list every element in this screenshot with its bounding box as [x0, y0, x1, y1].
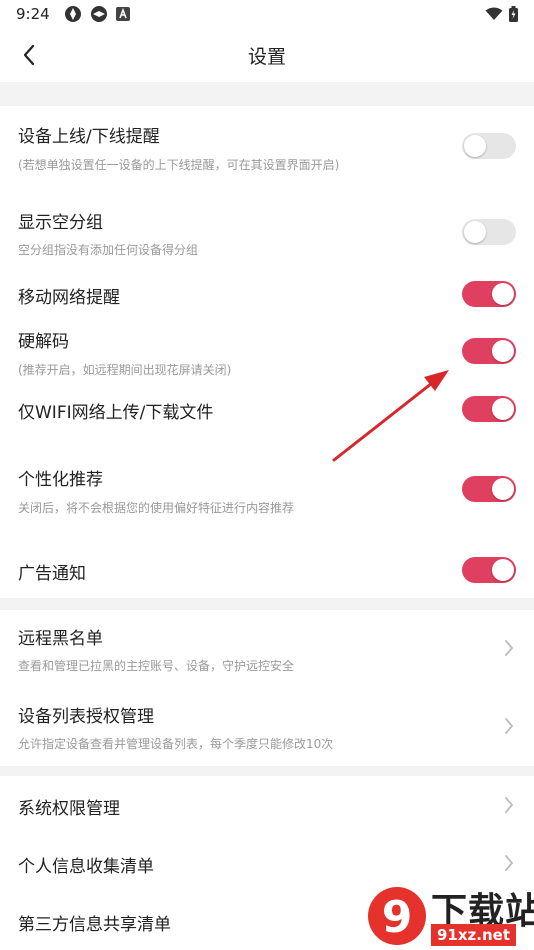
setting-row-device-online: 设备上线/下线提醒 (若想单独设置任一设备的上下线提醒，可在其设置界面开启): [0, 106, 534, 192]
link-row-remote-blacklist[interactable]: 远程黑名单 查看和管理已拉黑的主控账号、设备，守护远控安全: [0, 610, 534, 688]
toggle-knob: [492, 283, 514, 305]
link-subtitle: 查看和管理已拉黑的主控账号、设备，守护远控安全: [18, 659, 295, 673]
watermark-logo-icon: 9: [368, 887, 426, 945]
watermark: 9 下载站 91xz.net: [365, 880, 534, 950]
setting-row-ad-notification: 广告通知: [0, 540, 534, 598]
setting-subtitle: (若想单独设置任一设备的上下线提醒，可在其设置界面开启): [18, 158, 340, 172]
link-row-system-permission[interactable]: 系统权限管理: [0, 776, 534, 834]
link-row-device-list-auth[interactable]: 设备列表授权管理 允许指定设备查看并管理设备列表，每个季度只能修改10次: [0, 688, 534, 766]
chevron-right-icon: [505, 797, 514, 813]
ad-notification-toggle[interactable]: [462, 557, 516, 583]
hardware-decoding-toggle[interactable]: [462, 338, 516, 364]
chevron-right-icon: [505, 855, 514, 871]
toggle-knob: [464, 135, 486, 157]
setting-row-mobile-network: 移动网络提醒: [0, 268, 534, 320]
setting-title: 硬解码: [18, 332, 69, 352]
device-online-toggle[interactable]: [462, 133, 516, 159]
aperture-icon: [64, 6, 81, 22]
show-empty-group-toggle[interactable]: [462, 219, 516, 245]
setting-title: 广告通知: [18, 564, 86, 584]
link-subtitle: 允许指定设备查看并管理设备列表，每个季度只能修改10次: [18, 737, 334, 751]
status-bar: 9:24: [0, 0, 534, 28]
status-icons-left: [64, 5, 130, 23]
toggle-knob: [492, 340, 514, 362]
nav-bar: 设置: [0, 28, 534, 82]
setting-title: 显示空分组: [18, 213, 103, 233]
link-title: 第三方信息共享清单: [18, 915, 171, 935]
wifi-only-toggle[interactable]: [462, 396, 516, 422]
toggle-knob: [492, 398, 514, 420]
a-notification-icon: [115, 7, 130, 21]
setting-subtitle: 关闭后，将不会根据您的使用偏好特征进行内容推荐: [18, 501, 295, 515]
setting-row-hardware-decoding: 硬解码 (推荐开启，如远程期间出现花屏请关闭): [0, 320, 534, 386]
setting-title: 个性化推荐: [18, 470, 103, 490]
setting-row-show-empty-group: 显示空分组 空分组指没有添加任何设备得分组: [0, 192, 534, 268]
toggle-knob: [492, 559, 514, 581]
setting-row-personalized: 个性化推荐 关闭后，将不会根据您的使用偏好特征进行内容推荐: [0, 448, 534, 540]
toggle-knob: [492, 478, 514, 500]
link-title: 远程黑名单: [18, 629, 103, 649]
status-time: 9:24: [16, 5, 50, 23]
section-divider: [0, 598, 534, 610]
chevron-right-icon: [505, 640, 514, 656]
setting-subtitle: 空分组指没有添加任何设备得分组: [18, 243, 199, 257]
aperture-icon: [90, 6, 107, 22]
setting-row-wifi-only: 仅WIFI网络上传/下载文件: [0, 386, 534, 448]
back-button[interactable]: [14, 39, 44, 71]
setting-title: 移动网络提醒: [18, 288, 120, 308]
toggle-knob: [464, 221, 486, 243]
mobile-network-toggle[interactable]: [462, 281, 516, 307]
wifi-icon: [485, 7, 503, 20]
link-title: 个人信息收集清单: [18, 857, 154, 877]
status-icons-right: [485, 6, 518, 22]
watermark-domain: 91xz.net: [431, 924, 517, 946]
chevron-right-icon: [505, 718, 514, 734]
section-divider: [0, 766, 534, 776]
battery-charging-icon: [509, 6, 518, 22]
page-title: 设置: [247, 45, 286, 68]
svg-text:9: 9: [382, 892, 413, 943]
section-divider: [0, 82, 534, 106]
setting-title: 仅WIFI网络上传/下载文件: [18, 403, 214, 423]
link-title: 系统权限管理: [18, 799, 120, 819]
setting-subtitle: (推荐开启，如远程期间出现花屏请关闭): [18, 363, 232, 377]
personalized-toggle[interactable]: [462, 476, 516, 502]
link-title: 设备列表授权管理: [18, 707, 154, 727]
chevron-left-icon: [23, 44, 35, 66]
setting-title: 设备上线/下线提醒: [18, 127, 160, 147]
